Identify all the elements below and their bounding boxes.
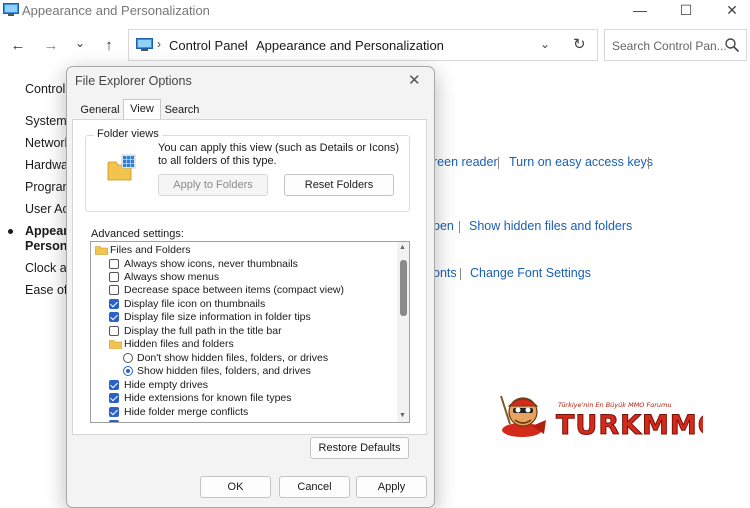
link-separator xyxy=(498,157,499,169)
checkbox[interactable] xyxy=(109,420,119,422)
folder-icon xyxy=(95,246,108,255)
link-open-folder-options[interactable]: pen xyxy=(433,219,454,233)
tree-label: Files and Folders xyxy=(110,244,191,256)
window-title: Appearance and Personalization xyxy=(22,3,210,18)
scroll-up-arrow-icon[interactable]: ▲ xyxy=(399,244,406,251)
folder-views-icon xyxy=(107,154,136,181)
logo-tagline: Türkiye'nin En Büyük MMO Forumu xyxy=(558,401,671,409)
current-item-bullet xyxy=(8,229,13,234)
checkbox[interactable] xyxy=(109,285,119,295)
breadcrumb-appearance[interactable]: Appearance and Personalization xyxy=(256,38,444,53)
dialog-close-button[interactable]: ✕ xyxy=(408,71,421,89)
setting-label: Decrease space between items (compact vi… xyxy=(124,284,345,296)
setting-label: Don't show hidden files, folders, or dri… xyxy=(137,352,329,364)
setting-label: Always show icons, never thumbnails xyxy=(124,258,298,270)
link-separator xyxy=(459,221,460,233)
minimize-button[interactable]: — xyxy=(620,0,660,22)
logo-brand: TURKMMO xyxy=(556,410,703,441)
setting-label: Hide extensions for known file types xyxy=(124,392,292,404)
link-separator xyxy=(460,268,461,280)
apply-button[interactable]: Apply xyxy=(356,476,427,498)
search-icon[interactable] xyxy=(724,37,740,53)
tree-scrollbar[interactable]: ▲ ▼ xyxy=(397,242,409,422)
search-input[interactable] xyxy=(610,31,729,61)
setting-label: Hide folder merge conflicts xyxy=(124,406,249,418)
checkbox[interactable] xyxy=(109,393,119,403)
setting-label: Show hidden files, folders, and drives xyxy=(137,365,311,377)
restore-defaults-button[interactable]: Restore Defaults xyxy=(310,437,409,459)
control-panel-icon xyxy=(3,3,19,16)
checkbox[interactable] xyxy=(109,407,119,417)
setting-label: Display the full path in the title bar xyxy=(124,325,282,337)
link-easy-access-keys[interactable]: Turn on easy access keys xyxy=(509,155,653,169)
maximize-button[interactable]: ☐ xyxy=(666,0,706,22)
checkbox[interactable] xyxy=(109,326,119,336)
checkbox[interactable] xyxy=(109,312,119,322)
recent-locations-button[interactable]: ⌄ xyxy=(70,33,90,53)
turkmmo-logo: TURKMMO Türkiye'nin En Büyük MMO Forumu xyxy=(500,395,703,442)
setting-label: Always show menus xyxy=(124,271,220,283)
close-window-button[interactable]: ✕ xyxy=(712,0,750,22)
link-separator xyxy=(648,157,649,169)
tab-view[interactable]: View xyxy=(123,99,161,120)
file-explorer-options-dialog: File Explorer Options ✕ General View Sea… xyxy=(66,66,435,508)
forward-button[interactable]: → xyxy=(41,36,61,56)
checkbox[interactable] xyxy=(109,380,119,390)
folder-icon xyxy=(109,340,122,349)
setting-label: Hide empty drives xyxy=(124,379,209,391)
folder-views-title: Folder views xyxy=(94,128,162,140)
advanced-settings-tree[interactable]: Files and Folders Always show icons, nev… xyxy=(90,241,410,423)
folder-views-description: You can apply this view (such as Details… xyxy=(158,142,400,167)
advanced-settings-label: Advanced settings: xyxy=(91,228,184,240)
up-button[interactable]: ↑ xyxy=(99,36,119,56)
scroll-down-arrow-icon[interactable]: ▼ xyxy=(399,412,406,419)
checkbox[interactable] xyxy=(109,259,119,269)
search-box[interactable] xyxy=(604,29,747,61)
tree-label: Hidden files and folders xyxy=(124,338,234,350)
control-panel-icon xyxy=(136,38,153,51)
address-bar[interactable]: › Control Panel › Appearance and Persona… xyxy=(128,29,598,61)
dialog-title: File Explorer Options xyxy=(75,74,192,88)
address-dropdown-icon[interactable]: ⌄ xyxy=(540,37,550,51)
ok-button[interactable]: OK xyxy=(200,476,271,498)
link-screen-reader[interactable]: reen reader xyxy=(433,155,498,169)
back-button[interactable]: ← xyxy=(8,36,28,56)
tab-general[interactable]: General xyxy=(77,101,123,120)
apply-to-folders-button[interactable]: Apply to Folders xyxy=(158,174,268,196)
breadcrumb-separator[interactable]: › xyxy=(244,37,248,51)
checkbox[interactable] xyxy=(109,299,119,309)
scrollbar-thumb[interactable] xyxy=(400,260,407,316)
breadcrumb-separator[interactable]: › xyxy=(157,37,161,51)
link-show-hidden-files[interactable]: Show hidden files and folders xyxy=(469,219,632,233)
link-fonts[interactable]: onts xyxy=(433,266,457,280)
cancel-button[interactable]: Cancel xyxy=(279,476,350,498)
breadcrumb-control-panel[interactable]: Control Panel xyxy=(169,38,248,53)
setting-label: Display file icon on thumbnails xyxy=(124,298,266,310)
refresh-icon[interactable]: ↻ xyxy=(573,35,586,53)
tab-search[interactable]: Search xyxy=(161,101,203,120)
setting-label: Display file size information in folder … xyxy=(124,311,311,323)
window-titlebar: Appearance and Personalization — ☐ ✕ xyxy=(0,0,750,24)
reset-folders-button[interactable]: Reset Folders xyxy=(284,174,394,196)
radio-button[interactable] xyxy=(123,366,133,376)
checkbox[interactable] xyxy=(109,272,119,282)
radio-button[interactable] xyxy=(123,353,133,363)
link-change-font-settings[interactable]: Change Font Settings xyxy=(470,266,591,280)
